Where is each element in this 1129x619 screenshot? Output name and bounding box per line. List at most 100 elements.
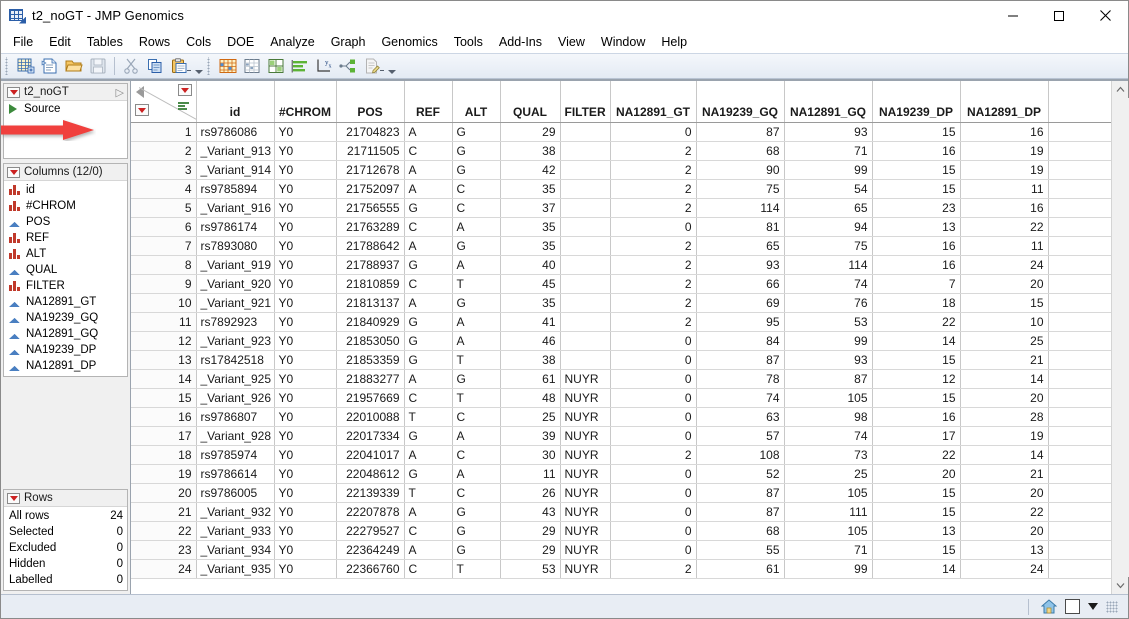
table-row[interactable]: 3 _Variant_914 Y0 21712678 A G 42 2 90 99 15 19 [131,160,1111,180]
cell-na12891gq[interactable]: 25 [784,464,873,484]
cell-id[interactable]: _Variant_921 [196,293,275,313]
cell-na12891dp[interactable]: 28 [960,407,1049,427]
cell-na12891gq[interactable]: 114 [784,255,873,275]
close-button[interactable] [1082,0,1128,31]
cell-chrom[interactable]: Y0 [274,559,337,579]
cell-pos[interactable]: 21883277 [336,369,405,389]
table-corner-cell[interactable] [131,81,197,123]
cell-chrom[interactable]: Y0 [274,331,337,351]
cell-filter[interactable]: NUYR [560,502,611,522]
cell-pos[interactable]: 21788937 [336,255,405,275]
cell-ref[interactable]: C [404,217,453,237]
cell-na19239gq[interactable]: 87 [696,502,785,522]
cell-id[interactable]: _Variant_923 [196,331,275,351]
column-item-na19239-gq[interactable]: NA19239_GQ [4,310,127,326]
cell-id[interactable]: rs9785894 [196,179,275,199]
cell-na12891gt[interactable]: 0 [610,217,697,237]
cell-pos[interactable]: 22279527 [336,521,405,541]
table-row[interactable]: 21 _Variant_932 Y0 22207878 A G 43 NUYR 0 87 111 15… [131,502,1111,522]
cell-id[interactable]: _Variant_914 [196,160,275,180]
cell-na19239dp[interactable]: 22 [872,312,961,332]
row-number-cell[interactable]: 9 [131,274,197,294]
cell-pos[interactable]: 21752097 [336,179,405,199]
cut-icon[interactable] [120,55,142,77]
table-row[interactable]: 13 rs17842518 Y0 21853359 G T 38 0 87 93 15 21 [131,350,1111,370]
cell-na12891gq[interactable]: 71 [784,540,873,560]
cell-na12891dp[interactable]: 24 [960,255,1049,275]
cell-filter[interactable] [560,350,611,370]
cell-na19239dp[interactable]: 16 [872,407,961,427]
cell-na19239dp[interactable]: 17 [872,426,961,446]
cell-na19239dp[interactable]: 15 [872,122,961,142]
cell-qual[interactable]: 25 [500,407,561,427]
cell-na12891dp[interactable]: 20 [960,274,1049,294]
column-item-na12891-dp[interactable]: NA12891_DP [4,358,127,374]
row-number-cell[interactable]: 14 [131,369,197,389]
expand-triangle-icon[interactable]: ▷ [116,86,124,99]
toolbar-overflow-button[interactable] [191,55,203,77]
cell-na12891gt[interactable]: 0 [610,483,697,503]
cell-chrom[interactable]: Y0 [274,274,337,294]
table-row[interactable]: 15 _Variant_926 Y0 21957669 C T 48 NUYR 0 74 105 15… [131,388,1111,408]
cell-chrom[interactable]: Y0 [274,236,337,256]
cell-alt[interactable]: T [452,350,501,370]
col-header-pos[interactable]: POS [336,81,405,123]
cell-qual[interactable]: 48 [500,388,561,408]
row-number-cell[interactable]: 22 [131,521,197,541]
cell-filter[interactable] [560,198,611,218]
cell-na12891gq[interactable]: 75 [784,236,873,256]
row-number-cell[interactable]: 6 [131,217,197,237]
cell-chrom[interactable]: Y0 [274,179,337,199]
cell-na19239gq[interactable]: 81 [696,217,785,237]
cell-alt[interactable]: G [452,293,501,313]
cell-id[interactable]: _Variant_928 [196,426,275,446]
table-row[interactable]: 16 rs9786807 Y0 22010088 T C 25 NUYR 0 63 98 16 28 [131,407,1111,427]
col-header-na12891-gq[interactable]: NA12891_GQ [784,81,873,123]
column-item-alt[interactable]: ALT [4,246,127,262]
cell-na19239dp[interactable]: 14 [872,559,961,579]
fit-y-by-x-icon[interactable] [241,55,263,77]
open-file-icon[interactable] [63,55,85,77]
cell-na12891dp[interactable]: 13 [960,540,1049,560]
save-icon[interactable] [87,55,109,77]
row-number-cell[interactable]: 7 [131,236,197,256]
cell-id[interactable]: _Variant_916 [196,198,275,218]
row-number-cell[interactable]: 17 [131,426,197,446]
cell-na12891gt[interactable]: 0 [610,407,697,427]
red-triangle-menu-icon[interactable] [7,166,20,178]
cell-ref[interactable]: A [404,160,453,180]
col-header-chrom[interactable]: #CHROM [274,81,337,123]
cell-id[interactable]: rs17842518 [196,350,275,370]
cell-na12891gt[interactable]: 2 [610,160,697,180]
menu-view[interactable]: View [550,33,593,52]
cell-qual[interactable]: 29 [500,122,561,142]
cell-alt[interactable]: G [452,521,501,541]
cell-id[interactable]: _Variant_919 [196,255,275,275]
cell-alt[interactable]: G [452,141,501,161]
new-data-table-icon[interactable] [15,55,37,77]
cell-qual[interactable]: 37 [500,198,561,218]
cell-na12891dp[interactable]: 20 [960,521,1049,541]
rows-stat-labelled[interactable]: Labelled 0 [4,572,127,588]
cell-na12891gq[interactable]: 73 [784,445,873,465]
cell-na12891gt[interactable]: 2 [610,274,697,294]
cell-na19239dp[interactable]: 15 [872,388,961,408]
cell-qual[interactable]: 45 [500,274,561,294]
cell-na12891gt[interactable]: 0 [610,122,697,142]
cell-na12891gq[interactable]: 54 [784,179,873,199]
cell-id[interactable]: rs7893080 [196,236,275,256]
cell-id[interactable]: rs9786086 [196,122,275,142]
cell-ref[interactable]: T [404,483,453,503]
table-row[interactable]: 17 _Variant_928 Y0 22017334 G A 39 NUYR 0 57 74 17 1… [131,426,1111,446]
cell-id[interactable]: rs9785974 [196,445,275,465]
column-item-qual[interactable]: QUAL [4,262,127,278]
cell-alt[interactable]: C [452,407,501,427]
cell-na19239gq[interactable]: 69 [696,293,785,313]
cell-alt[interactable]: A [452,331,501,351]
menu-doe[interactable]: DOE [219,33,262,52]
cell-ref[interactable]: G [404,312,453,332]
cell-filter[interactable] [560,179,611,199]
cell-na12891gt[interactable]: 0 [610,369,697,389]
row-number-cell[interactable]: 10 [131,293,197,313]
cell-pos[interactable]: 21840929 [336,312,405,332]
